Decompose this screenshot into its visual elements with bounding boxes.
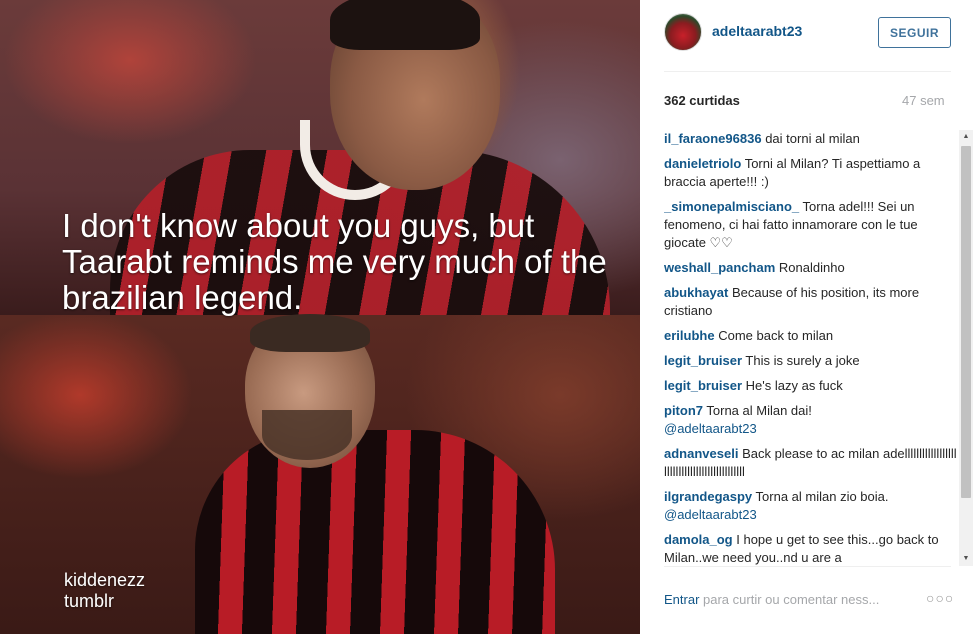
comment-item: abukhayat Because of his position, its m…	[664, 284, 958, 320]
login-prompt: Entrar para curtir ou comentar ness...	[664, 592, 879, 607]
comment-item: legit_bruiser He's lazy as fuck	[664, 377, 958, 395]
watermark-line1: kiddenezz	[64, 570, 146, 590]
scroll-up-arrow-icon[interactable]: ▲	[962, 133, 970, 141]
comment-user[interactable]: danieletriolo	[664, 156, 741, 171]
follow-button[interactable]: SEGUIR	[878, 17, 951, 48]
comments-scrollbar[interactable]: ▲ ▼	[959, 130, 973, 566]
comment-user[interactable]: damola_og	[664, 532, 733, 547]
avatar[interactable]	[664, 13, 702, 51]
comment-item: piton7 Torna al Milan dai! @adeltaarabt2…	[664, 402, 958, 438]
comment-item: adnanveseli Back please to ac milan adel…	[664, 445, 958, 481]
more-options-icon[interactable]: ○○○	[926, 590, 954, 606]
comment-item: _simonepalmisciano_ Torna adel!!! Sei un…	[664, 198, 958, 252]
watermark-line2: tumblr	[64, 591, 115, 611]
comment-mention[interactable]: @adeltaarabt23	[664, 507, 757, 522]
login-prompt-text: para curtir ou comentar ness...	[699, 592, 880, 607]
comment-text: Come back to milan	[718, 328, 834, 343]
photo-hair-bottom	[250, 314, 370, 352]
comment-user[interactable]: _simonepalmisciano_	[664, 199, 799, 214]
header-divider	[664, 71, 951, 72]
comments-list[interactable]: il_faraone96836 dai torni al milan danie…	[664, 130, 958, 566]
post-side-panel: adeltaarabt23 SEGUIR 362 curtidas 47 sem…	[640, 0, 973, 634]
likes-count[interactable]: 362 curtidas	[664, 93, 740, 108]
comment-user[interactable]: piton7	[664, 403, 703, 418]
comment-user[interactable]: ilgrandegaspy	[664, 489, 752, 504]
comment-user[interactable]: weshall_pancham	[664, 260, 775, 275]
scroll-down-arrow-icon[interactable]: ▼	[962, 555, 970, 563]
post-header: adeltaarabt23 SEGUIR	[664, 12, 951, 70]
username-link[interactable]: adeltaarabt23	[712, 23, 802, 39]
comment-user[interactable]: legit_bruiser	[664, 378, 742, 393]
comment-text: Torna al Milan dai!	[706, 403, 812, 418]
comment-user[interactable]: abukhayat	[664, 285, 728, 300]
login-link[interactable]: Entrar	[664, 592, 699, 607]
comment-text: dai torni al milan	[765, 131, 860, 146]
photo-beard-bottom	[262, 410, 352, 460]
comment-item: damola_og I hope u get to see this...go …	[664, 531, 958, 566]
footer-divider	[664, 566, 951, 567]
comment-item: erilubhe Come back to milan	[664, 327, 958, 345]
comment-item: danieletriolo Torni al Milan? Ti aspetti…	[664, 155, 958, 191]
comment-text: He's lazy as fuck	[745, 378, 843, 393]
post-age[interactable]: 47 sem	[902, 93, 945, 108]
comment-user[interactable]: il_faraone96836	[664, 131, 762, 146]
photo-overlay-caption: I don't know about you guys, but Taarabt…	[62, 207, 607, 316]
photo-jersey-bottom	[195, 430, 555, 634]
comment-user[interactable]: erilubhe	[664, 328, 715, 343]
comment-item: il_faraone96836 dai torni al milan	[664, 130, 958, 148]
photo-watermark: kiddenezz tumblr	[64, 570, 145, 612]
comment-user[interactable]: adnanveseli	[664, 446, 738, 461]
photo-hair-top	[330, 0, 480, 50]
comment-item: ilgrandegaspy Torna al milan zio boia. @…	[664, 488, 958, 524]
comment-item: weshall_pancham Ronaldinho	[664, 259, 958, 277]
comment-item: legit_bruiser This is surely a joke	[664, 352, 958, 370]
post-photo[interactable]: I don't know about you guys, but Taarabt…	[0, 0, 640, 634]
comment-text: This is surely a joke	[745, 353, 860, 368]
comment-text: Torna al milan zio boia.	[755, 489, 889, 504]
comment-mention[interactable]: @adeltaarabt23	[664, 421, 757, 436]
comment-text: Ronaldinho	[778, 260, 845, 275]
scrollbar-thumb[interactable]	[961, 146, 971, 498]
comment-user[interactable]: legit_bruiser	[664, 353, 742, 368]
